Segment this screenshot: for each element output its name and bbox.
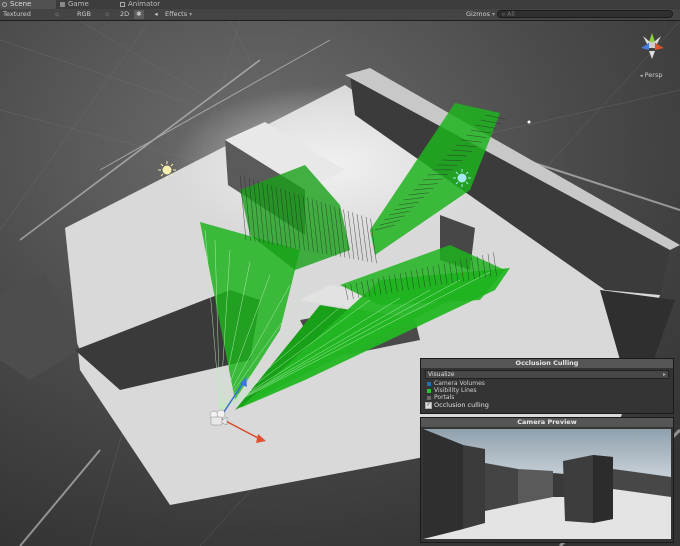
chevron-down-icon: ⬦: [55, 11, 60, 18]
legend-item-label: Visibility Lines: [434, 387, 477, 394]
projection-label[interactable]: ◂ Persp: [640, 71, 662, 79]
center-cube-icon[interactable]: [649, 42, 655, 48]
toggle-2d-button[interactable]: 2D: [120, 10, 129, 19]
portals-swatch: [427, 395, 431, 400]
legend-item-camera-volumes[interactable]: Camera Volumes: [421, 380, 673, 387]
legend-item-visibility-lines[interactable]: Visibility Lines: [421, 387, 673, 394]
occlusion-culling-panel: Occlusion Culling Visualize ▸ Camera Vol…: [420, 358, 674, 414]
camera-preview-render: [423, 429, 671, 539]
persp-arrow-icon: ◂: [640, 73, 643, 79]
legend-item-label: Camera Volumes: [434, 380, 485, 387]
color-mode-dropdown[interactable]: RGB ⬦: [77, 10, 109, 19]
visibility-lines-swatch: [427, 388, 431, 393]
animator-icon: [120, 2, 125, 7]
tab-scene-label: Scene: [10, 0, 32, 8]
scene-icon: [2, 2, 7, 7]
projection-text: Persp: [644, 71, 663, 79]
chevron-down-icon: ⬦: [105, 11, 110, 18]
legend-item-portals[interactable]: Portals: [421, 394, 673, 401]
camera-preview-title: Camera Preview: [421, 418, 673, 427]
effects-label: Effects: [165, 10, 188, 18]
visualize-dropdown[interactable]: Visualize ▸: [425, 370, 669, 379]
render-mode-label: Textured: [3, 10, 31, 18]
lighting-toggle-button[interactable]: ✱: [134, 10, 144, 19]
search-placeholder: All: [507, 11, 515, 18]
tab-scene[interactable]: Scene: [0, 0, 56, 9]
scene-toolbar: Textured ⬦ RGB ⬦ 2D ✱ ◂ Effects ▾ Gizmos…: [0, 9, 680, 21]
tab-animator[interactable]: Animator: [118, 0, 188, 9]
camera-volumes-swatch: [427, 381, 431, 386]
sun-icon: ✱: [136, 10, 142, 18]
chevron-down-icon: ▸: [662, 371, 666, 378]
toggle-2d-label: 2D: [120, 10, 130, 18]
occlusion-panel-title: Occlusion Culling: [421, 359, 673, 368]
gizmos-dropdown[interactable]: Gizmos ▾: [466, 10, 495, 19]
render-mode-dropdown[interactable]: Textured ⬦: [3, 10, 59, 19]
audio-toggle-button[interactable]: ◂: [152, 10, 160, 19]
ray-endpoint-marker: [527, 120, 531, 124]
occlusion-culling-toggle[interactable]: ✓ Occlusion culling: [421, 401, 673, 409]
tab-game-label: Game: [68, 0, 89, 8]
speaker-icon: ◂: [154, 10, 158, 18]
legend-item-label: Portals: [434, 394, 455, 401]
chevron-down-icon: ▾: [492, 11, 496, 18]
game-icon: [60, 2, 65, 7]
visualize-label: Visualize: [428, 371, 455, 378]
search-icon: ⌕: [502, 11, 506, 18]
checkmark-icon[interactable]: ✓: [425, 401, 432, 409]
hierarchy-search-input[interactable]: ⌕ All: [497, 10, 673, 18]
color-mode-label: RGB: [77, 10, 92, 18]
tab-animator-label: Animator: [128, 0, 161, 8]
effects-dropdown[interactable]: Effects ▾: [165, 10, 192, 19]
chevron-down-icon: ▾: [189, 11, 193, 18]
occlusion-culling-label: Occlusion culling: [434, 401, 489, 409]
tab-game[interactable]: Game: [58, 0, 108, 9]
gizmos-label: Gizmos: [466, 10, 490, 18]
camera-preview-panel: Camera Preview: [420, 417, 674, 543]
